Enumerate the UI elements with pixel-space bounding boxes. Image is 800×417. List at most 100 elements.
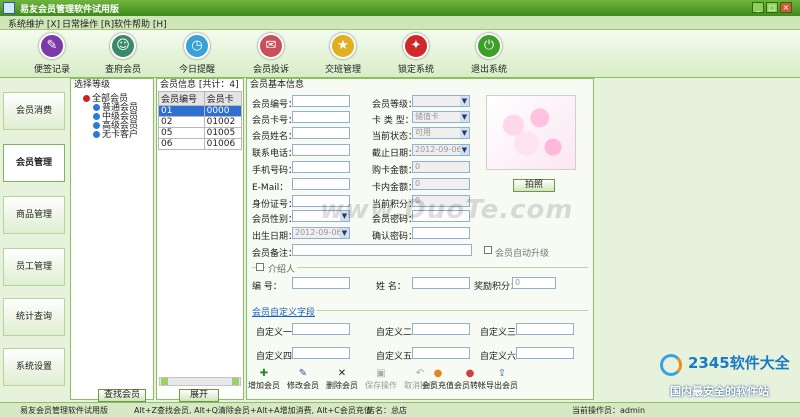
label-member-id: 会员编号： — [252, 100, 298, 110]
nav-item-members[interactable]: 会员管理 — [3, 144, 65, 182]
member-id-field[interactable] — [292, 95, 350, 107]
column-header[interactable]: 会员卡 — [203, 91, 243, 106]
table-row[interactable]: 06 01006 — [158, 138, 243, 150]
grade-select[interactable]: ▼ — [412, 95, 470, 107]
toolbar-label: 便签记录 — [33, 65, 70, 75]
toolbar-complaint-button[interactable]: ✉ 会员投诉 — [243, 33, 299, 75]
table-cell: 05 — [158, 127, 205, 139]
action-label: 增加会员 — [248, 381, 280, 390]
lock-icon: ✦ — [403, 33, 429, 59]
custom-field-5[interactable] — [412, 347, 470, 359]
nav-item-stats[interactable]: 统计查询 — [3, 298, 65, 336]
name-field[interactable] — [292, 127, 350, 139]
custom-field-4[interactable] — [292, 347, 350, 359]
auto-upgrade-label: 会员自动升级 — [495, 249, 550, 259]
nav-item-consume[interactable]: 会员消费 — [3, 92, 65, 130]
app-icon — [3, 2, 15, 14]
transfer-icon: ● — [465, 368, 475, 379]
toolbar-label: 退出系统 — [470, 65, 507, 75]
label-card-type: 卡 类 型： — [372, 116, 414, 126]
table-cell: 01005 — [203, 127, 243, 139]
expand-button[interactable]: 展开 — [179, 389, 219, 402]
column-header[interactable]: 会员编号 — [158, 91, 205, 106]
card-type-value: 储值卡 — [415, 112, 439, 121]
label-mobile: 手机号码： — [252, 166, 298, 176]
phone-field[interactable] — [292, 144, 350, 156]
add-icon: ✚ — [259, 368, 269, 379]
toolbar-label: 会员投诉 — [252, 65, 289, 75]
toolbar-member-button[interactable]: ☺ 查府会员 — [95, 33, 151, 75]
export-members-button[interactable]: ⇪ 导出会员 — [482, 368, 522, 391]
find-member-button[interactable]: 查找会员 — [98, 389, 146, 402]
scroll-left-icon[interactable] — [161, 378, 168, 385]
referrer-id-field[interactable] — [292, 277, 350, 289]
referrer-name-field[interactable] — [412, 277, 470, 289]
label-idcard: 身份证号： — [252, 200, 298, 210]
main-toolbar: ✎ 便签记录 ☺ 查府会员 ◷ 今日提醒 ✉ 会员投诉 ★ 交班管理 ✦ 锁定系… — [0, 30, 800, 78]
action-label: 导出会员 — [486, 381, 518, 390]
minimize-button[interactable]: _ — [752, 2, 764, 13]
birth-date-field[interactable]: 2012-09-06 ▼ — [292, 227, 350, 239]
label-referrer-id: 编 号： — [252, 282, 282, 292]
expire-date-field[interactable]: 2012-09-06 ▼ — [412, 144, 470, 156]
table-cell: 0000 — [203, 105, 243, 117]
folder-icon — [83, 95, 90, 102]
label-expire: 截止日期： — [372, 149, 418, 159]
grade-panel-title: 选择等级 — [74, 80, 111, 90]
close-button[interactable]: × — [780, 2, 792, 13]
maximize-button[interactable]: □ — [766, 2, 778, 13]
scroll-right-icon[interactable] — [232, 378, 239, 385]
delete-member-button[interactable]: ✕ 删除会员 — [322, 368, 362, 391]
balance-field[interactable]: 0 — [412, 178, 470, 190]
custom-field-6[interactable] — [516, 347, 574, 359]
buy-card-amount-field[interactable]: 0 — [412, 161, 470, 173]
custom-field-1[interactable] — [292, 323, 350, 335]
member-list-panel: 会员信息 [共计：4] 会员编号 会员卡 01 0000 02 01002 05… — [156, 78, 244, 402]
toolbar-shift-button[interactable]: ★ 交班管理 — [315, 33, 371, 75]
add-member-button[interactable]: ✚ 增加会员 — [244, 368, 284, 391]
table-cell: 01002 — [203, 116, 243, 128]
status-select[interactable]: 可用 ▼ — [412, 127, 470, 139]
menu-system[interactable]: 系统维护 [X] — [8, 17, 60, 30]
horizontal-scrollbar[interactable] — [159, 377, 241, 386]
take-photo-button[interactable]: 拍照 — [513, 179, 555, 192]
edit-member-button[interactable]: ✎ 修改会员 — [283, 368, 323, 391]
member-list-title: 会员信息 [共计：4] — [160, 80, 239, 90]
toolbar-label: 锁定系统 — [397, 65, 434, 75]
brand-logo — [660, 354, 682, 376]
menu-daily[interactable]: 日常操作 [R] — [62, 17, 114, 30]
mobile-field[interactable] — [292, 161, 350, 173]
card-no-field[interactable] — [292, 111, 350, 123]
nav-item-settings[interactable]: 系统设置 — [3, 348, 65, 386]
confirm-password-field[interactable] — [412, 227, 470, 239]
nav-item-staff[interactable]: 员工管理 — [3, 248, 65, 286]
toolbar-reminder-button[interactable]: ◷ 今日提醒 — [169, 33, 225, 75]
toolbar-lock-button[interactable]: ✦ 锁定系统 — [388, 33, 444, 75]
birth-date-value: 2012-09-06 — [295, 228, 342, 237]
table-row[interactable]: 01 0000 — [158, 105, 243, 117]
custom-field-3[interactable] — [516, 323, 574, 335]
delete-icon: ✕ — [337, 368, 347, 379]
nav-item-goods[interactable]: 商品管理 — [3, 196, 65, 234]
action-label: 删除会员 — [326, 381, 358, 390]
tree-item-nocard[interactable]: 无卡客户 — [93, 127, 138, 140]
action-label: 修改会员 — [287, 381, 319, 390]
label-grade: 会员等级： — [372, 100, 418, 110]
note-field[interactable] — [292, 244, 472, 256]
card-type-select[interactable]: 储值卡 ▼ — [412, 111, 470, 123]
menu-help[interactable]: 软件帮助 [H] — [114, 17, 167, 30]
email-field[interactable] — [292, 178, 350, 190]
label-note: 会员备注： — [252, 249, 298, 259]
table-row[interactable]: 05 01005 — [158, 127, 243, 139]
referrer-checkbox[interactable] — [256, 263, 264, 271]
table-cell: 01006 — [203, 138, 243, 150]
reward-points-field[interactable]: 0 — [512, 277, 556, 289]
auto-upgrade-checkbox[interactable] — [484, 246, 492, 254]
save-button[interactable]: ▣ 保存操作 — [361, 368, 401, 391]
expire-date-value: 2012-09-06 — [415, 145, 462, 154]
custom-field-2[interactable] — [412, 323, 470, 335]
status-app-name: 易友会员管理软件试用版 — [20, 406, 108, 415]
table-row[interactable]: 02 01002 — [158, 116, 243, 128]
toolbar-notes-button[interactable]: ✎ 便签记录 — [24, 33, 80, 75]
toolbar-exit-button[interactable]: ⏻ 退出系统 — [461, 33, 517, 75]
